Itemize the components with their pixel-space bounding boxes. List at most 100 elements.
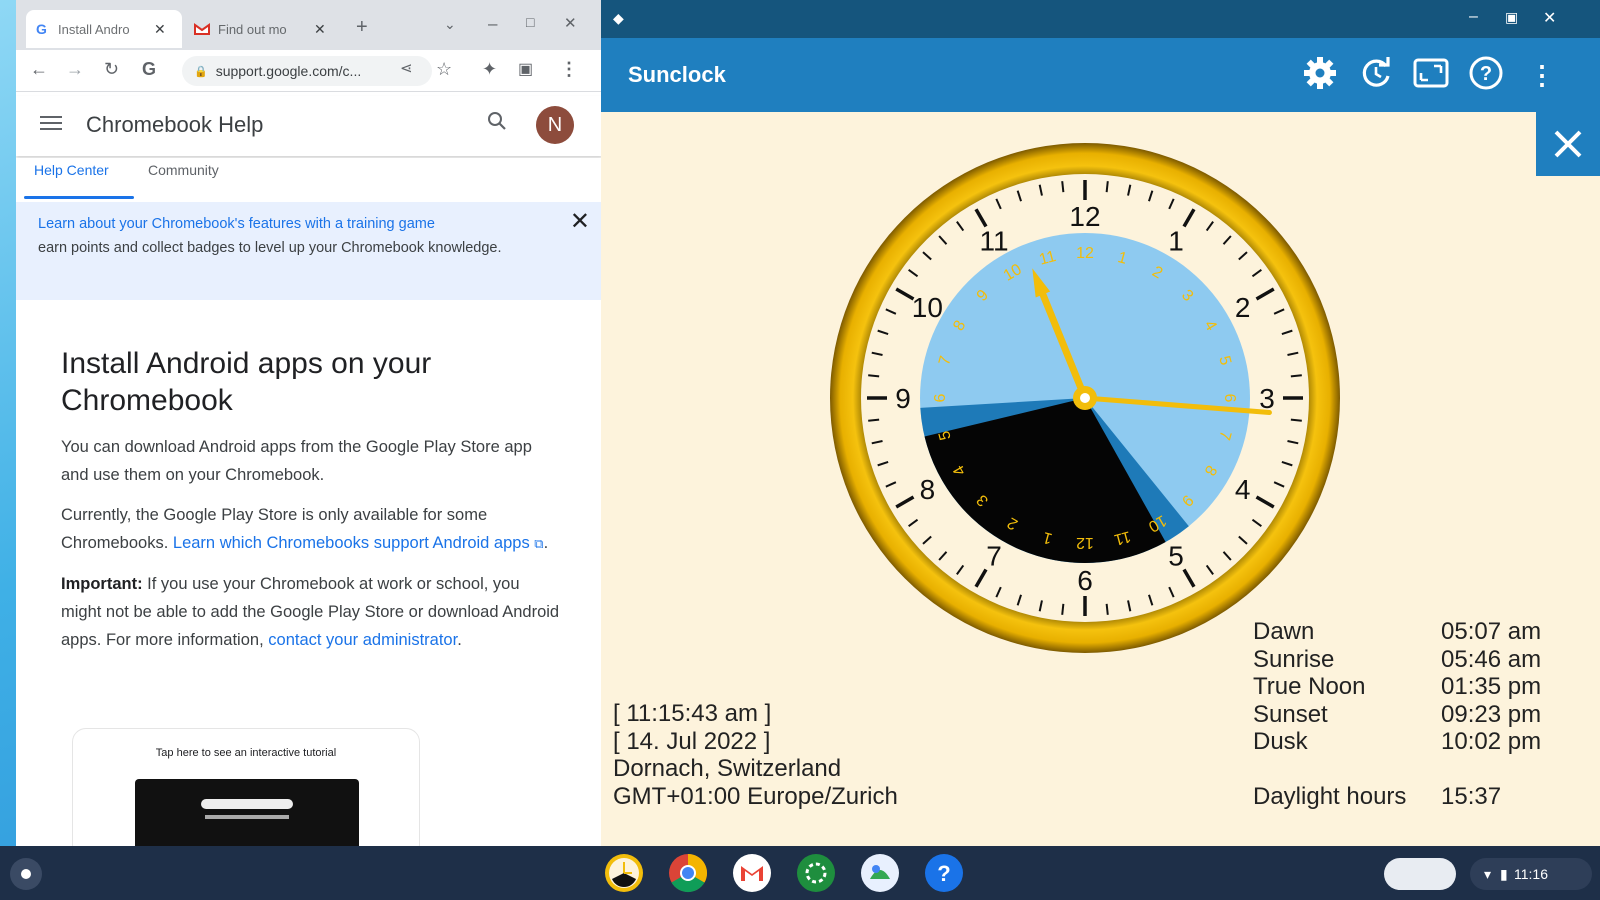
launcher-button[interactable] bbox=[10, 858, 42, 890]
minute-tick bbox=[1105, 181, 1109, 193]
forward-arrow-icon[interactable]: → bbox=[66, 59, 84, 80]
gear-icon[interactable] bbox=[1301, 54, 1339, 92]
dawn-time: 05:07 am bbox=[1441, 618, 1542, 645]
svg-text:?: ? bbox=[1480, 63, 1492, 85]
address-bar[interactable]: 🔒 support.google.com/c... bbox=[182, 56, 432, 86]
maximize-icon[interactable]: ▣ bbox=[1505, 9, 1518, 26]
side-panel-icon[interactable]: ▣ bbox=[518, 59, 533, 79]
app-title: Sunclock bbox=[628, 62, 726, 87]
bookmark-star-icon[interactable]: ☆ bbox=[436, 59, 452, 80]
hour24-number: 12 bbox=[1076, 534, 1094, 551]
help-icon[interactable]: ? bbox=[1467, 54, 1505, 92]
minute-tick bbox=[1290, 374, 1302, 378]
hour-number: 9 bbox=[895, 383, 911, 414]
photos-app-icon[interactable] bbox=[860, 853, 900, 893]
dusk-time: 10:02 pm bbox=[1441, 728, 1542, 755]
close-tab-icon[interactable]: ✕ bbox=[154, 21, 166, 38]
location: Dornach, Switzerland bbox=[613, 755, 842, 782]
hour24-number: 12 bbox=[1076, 245, 1094, 262]
true-noon-time: 01:35 pm bbox=[1441, 673, 1542, 700]
reload-icon[interactable]: ↻ bbox=[104, 59, 119, 80]
gmail-icon[interactable] bbox=[732, 853, 772, 893]
hour-number: 12 bbox=[1069, 201, 1100, 232]
hour24-number: 6 bbox=[932, 393, 949, 402]
hour-number: 4 bbox=[1235, 474, 1251, 505]
help-header: Chromebook Help bbox=[16, 96, 602, 156]
close-window-icon[interactable]: ✕ bbox=[564, 14, 577, 32]
gmail-icon bbox=[194, 23, 210, 35]
help-app-icon[interactable]: ? bbox=[924, 853, 964, 893]
back-icon[interactable]: ◆ bbox=[613, 10, 624, 27]
article-paragraph: You can download Android apps from the G… bbox=[61, 433, 561, 489]
hour-number: 7 bbox=[986, 541, 1002, 572]
tab-strip: G Install Andro ✕ Find out mo ✕ + ⌄ – □ … bbox=[16, 0, 602, 52]
tutorial-preview-image bbox=[135, 779, 359, 846]
back-arrow-icon[interactable]: ← bbox=[30, 59, 48, 80]
important-label: Important: bbox=[61, 575, 143, 593]
tray-holding-space[interactable] bbox=[1384, 858, 1456, 890]
settings-app-icon[interactable] bbox=[796, 853, 836, 893]
refresh-icon[interactable] bbox=[1357, 54, 1395, 92]
svg-text:G: G bbox=[36, 21, 47, 37]
page-title: Chromebook Help bbox=[86, 112, 264, 137]
close-button[interactable] bbox=[1536, 112, 1600, 176]
tab-search-chevron-icon[interactable]: ⌄ bbox=[444, 16, 456, 33]
close-icon bbox=[1554, 130, 1582, 158]
hour-number: 3 bbox=[1259, 383, 1275, 414]
hour-number: 6 bbox=[1077, 565, 1093, 596]
interactive-tutorial-card[interactable]: Tap here to see an interactive tutorial bbox=[72, 728, 420, 846]
google-g-icon: G bbox=[36, 21, 47, 37]
chrome-icon[interactable] bbox=[668, 853, 708, 893]
minute-tick bbox=[868, 418, 880, 422]
share-icon[interactable]: ⋖ bbox=[400, 59, 413, 77]
dawn-label: Dawn bbox=[1253, 618, 1315, 645]
new-tab-button[interactable]: + bbox=[356, 16, 368, 39]
fullscreen-icon[interactable] bbox=[1412, 54, 1450, 92]
banner-link[interactable]: Learn about your Chromebook's features w… bbox=[38, 216, 435, 232]
close-tab-icon[interactable]: ✕ bbox=[314, 21, 326, 38]
minute-tick bbox=[1105, 603, 1109, 615]
svg-text:?: ? bbox=[937, 861, 950, 886]
true-noon-label: True Noon bbox=[1253, 673, 1366, 700]
help-tabs: Help Center Community bbox=[16, 158, 602, 202]
sunclock-app-icon[interactable] bbox=[604, 853, 644, 893]
search-icon[interactable] bbox=[486, 110, 508, 132]
banner-text: earn points and collect badges to level … bbox=[38, 240, 502, 256]
app-bar: Sunclock ? ⋮ bbox=[601, 38, 1600, 112]
browser-toolbar: ← → ↻ G 🔒 support.google.com/c... ⋖ ☆ ✦ … bbox=[16, 50, 602, 92]
battery-icon: ▮ bbox=[1500, 866, 1508, 882]
shelf: ? ▾ ▮ 11:16 bbox=[0, 846, 1600, 900]
sun-clock-face: 121234567891011 12 1234567891011121234567… bbox=[830, 143, 1340, 653]
supported-chromebooks-link[interactable]: Learn which Chromebooks support Android … bbox=[173, 534, 530, 552]
tab-find-out-more[interactable]: Find out mo ✕ bbox=[186, 10, 342, 48]
paragraph-text: You can download Android apps from the G… bbox=[61, 438, 532, 484]
status-tray[interactable]: ▾ ▮ 11:16 bbox=[1470, 858, 1592, 890]
timezone: GMT+01:00 Europe/Zurich bbox=[613, 782, 898, 810]
google-lens-icon[interactable]: G bbox=[142, 59, 156, 80]
contact-admin-link[interactable]: contact your administrator bbox=[268, 631, 457, 649]
maximize-icon[interactable]: □ bbox=[526, 14, 534, 30]
minute-tick bbox=[1061, 181, 1065, 193]
window-title-bar: ◆ – ▣ ✕ bbox=[601, 0, 1600, 38]
more-menu-icon[interactable]: ⋮ bbox=[560, 59, 578, 80]
extensions-puzzle-icon[interactable]: ✦ bbox=[482, 59, 497, 80]
avatar[interactable]: N bbox=[536, 106, 574, 144]
tab-install-android[interactable]: G Install Andro ✕ bbox=[26, 10, 182, 48]
external-link-icon: ⧉ bbox=[534, 536, 544, 551]
overflow-menu-icon[interactable]: ⋮ bbox=[1529, 60, 1555, 91]
wifi-icon: ▾ bbox=[1484, 866, 1492, 882]
close-icon[interactable]: ✕ bbox=[570, 210, 590, 234]
tab-community[interactable]: Community bbox=[148, 162, 219, 178]
lock-icon: 🔒 bbox=[194, 65, 208, 78]
minimize-icon[interactable]: – bbox=[488, 14, 497, 34]
article: Install Android apps on your Chromebook … bbox=[61, 345, 561, 666]
hour-number: 2 bbox=[1235, 292, 1251, 323]
tab-help-center[interactable]: Help Center bbox=[34, 162, 109, 178]
current-date: [ 14. Jul 2022 ] bbox=[613, 727, 771, 755]
close-window-icon[interactable]: ✕ bbox=[1543, 8, 1556, 28]
training-game-banner: Learn about your Chromebook's features w… bbox=[16, 202, 602, 300]
hamburger-menu-icon[interactable] bbox=[40, 112, 62, 134]
daylight-hours-label: Daylight hours bbox=[1253, 783, 1407, 810]
url-text: support.google.com/c... bbox=[215, 63, 362, 79]
minimize-icon[interactable]: – bbox=[1469, 8, 1478, 26]
